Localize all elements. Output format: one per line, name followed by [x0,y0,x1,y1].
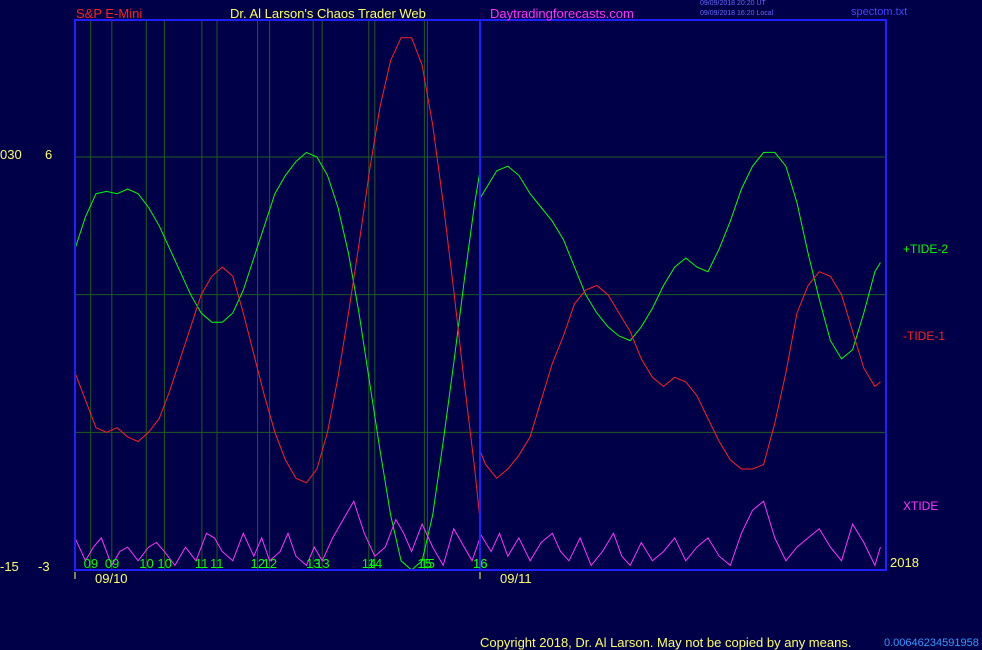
timestamp-local: 09/09/2018 16:20 Local [700,10,774,17]
x-tick-label: 15 [417,556,432,571]
x-tick-label: 10 [157,556,172,571]
x-tick-label: 10 [139,556,154,571]
x-tick-label: 09 [83,556,99,571]
chart [74,19,887,579]
file-label: spectom.txt [851,6,908,18]
x-tick-label: 12 [250,556,265,571]
y-outer-top: 030 [0,147,22,162]
x-tick-label: 16 [473,556,488,571]
page-title: Dr. Al Larson's Chaos Trader Web [230,6,426,21]
timestamp-ut: 09/09/2018 20:20 UT [700,0,766,7]
x-tick-label: 11 [210,556,224,571]
legend-tide2: +TIDE-2 [903,242,949,256]
x-tick-label: 09 [104,556,120,571]
date-label: 09/10 [95,571,128,586]
date-label: 09/11 [500,571,532,586]
legend-tide1: -TIDE-1 [903,329,945,343]
x-tick-label: 14 [361,556,377,571]
site-link[interactable]: Daytradingforecasts.com [490,6,634,21]
x-tick-label: 11 [194,556,209,571]
y-inner-top: 6 [45,147,53,162]
counter: 0.00646234591958 [884,637,979,649]
series-tide-1 [75,37,881,520]
series-tide-2 [75,151,881,570]
y-inner-bottom: -3 [38,559,50,574]
series-layer [75,37,881,570]
copyright: Copyright 2018, Dr. Al Larson. May not b… [480,635,852,650]
x-tick-label: 13 [306,556,321,571]
year-label: 2018 [890,555,919,570]
plot-frame [74,19,887,579]
y-outer-bottom: -15 [0,559,19,574]
legend-xtide: XTIDE [903,499,939,513]
instrument-label: S&P E-Mini [76,6,143,21]
